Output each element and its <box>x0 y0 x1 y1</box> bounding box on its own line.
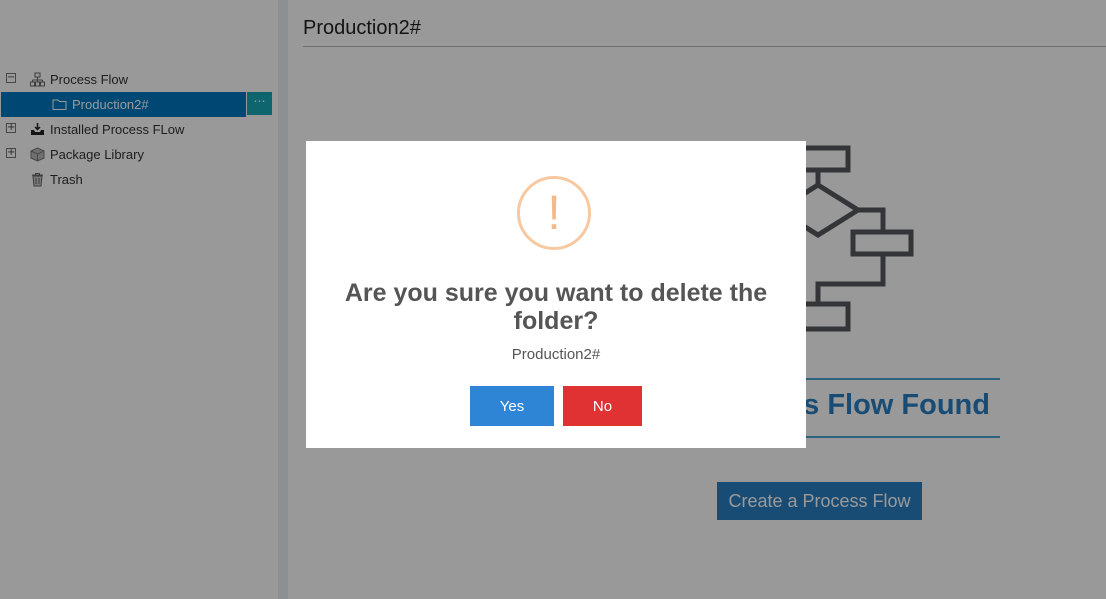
no-button[interactable]: No <box>563 386 642 426</box>
delete-confirm-dialog: ! Are you sure you want to delete the fo… <box>306 141 806 448</box>
dialog-subtitle: Production2# <box>511 346 601 363</box>
warning-icon: ! <box>517 176 591 250</box>
yes-button[interactable]: Yes <box>470 386 554 426</box>
dialog-title: Are you sure you want to delete the fold… <box>344 279 768 335</box>
